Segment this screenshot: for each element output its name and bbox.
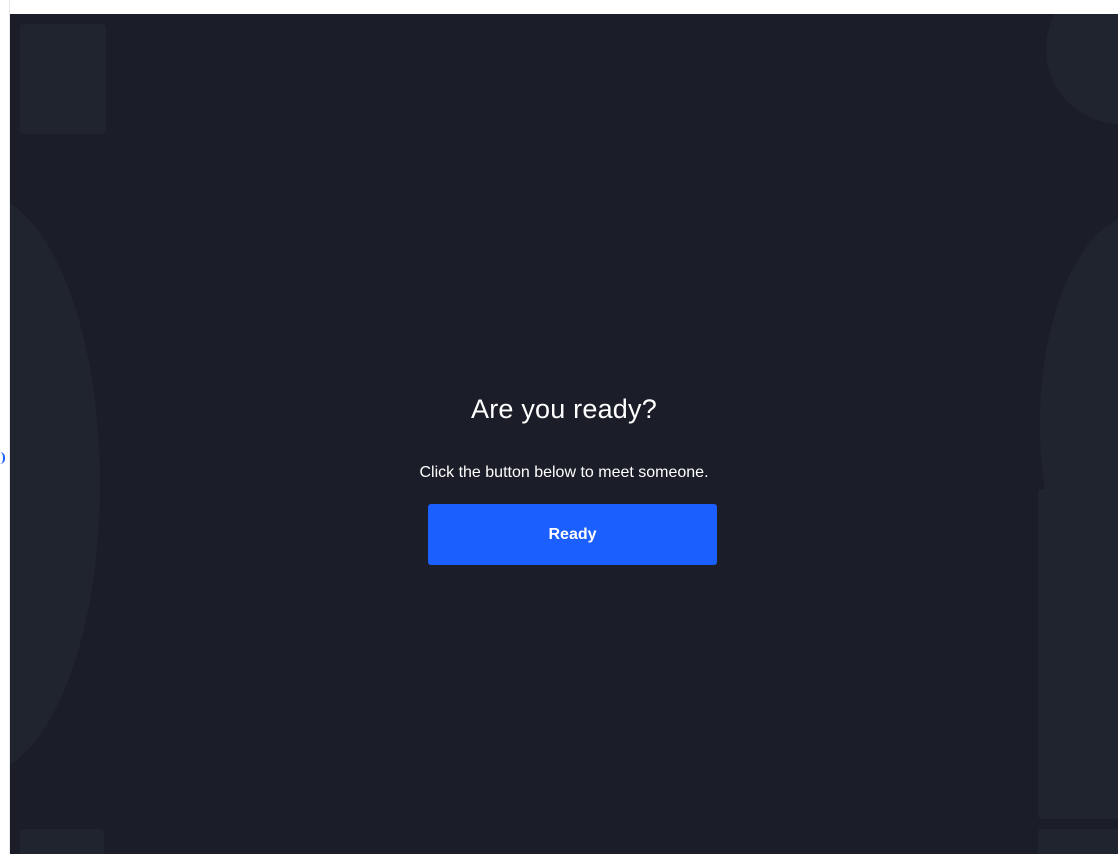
instruction-text: Click the button below to meet someone. — [419, 464, 709, 481]
page: Are you ready? Click the button below to… — [0, 0, 1118, 854]
sidebar-indicator — [0, 452, 5, 464]
ready-panel: Are you ready? Click the button below to… — [10, 14, 1118, 854]
ready-screen: Are you ready? Click the button below to… — [10, 14, 1118, 854]
ready-button[interactable]: Ready — [428, 504, 717, 565]
page-title: Are you ready? — [471, 394, 657, 424]
left-sidebar-edge — [0, 0, 10, 854]
